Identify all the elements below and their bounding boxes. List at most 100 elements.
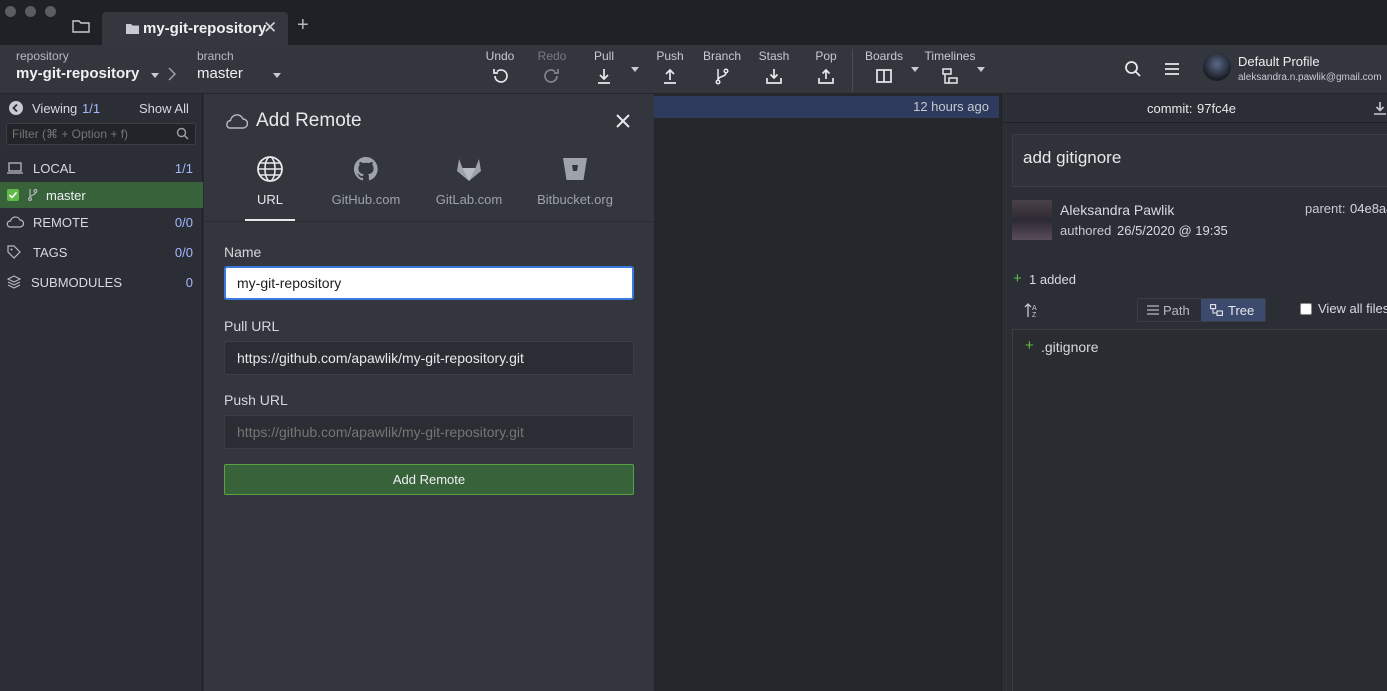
pull-icon — [595, 67, 613, 85]
branch-small-icon — [27, 188, 38, 201]
push-button[interactable]: Push — [644, 49, 696, 85]
left-sidebar: Viewing 1/1 Show All LOCAL 1/1 master RE… — [0, 94, 203, 691]
name-input[interactable] — [224, 266, 634, 300]
tab-title: my-git-repository — [143, 20, 267, 37]
remote-label: REMOTE — [33, 215, 89, 230]
sidebar-section-tags[interactable]: TAGS 0/0 — [0, 238, 203, 266]
search-icon[interactable] — [1124, 60, 1142, 78]
sort-ascending-icon[interactable]: AZ — [1024, 302, 1040, 318]
repository-selector[interactable]: my-git-repository — [16, 65, 166, 87]
file-row[interactable]: + .gitignore — [1023, 336, 1223, 358]
window-close-dot[interactable] — [5, 6, 16, 17]
bitbucket-icon — [560, 154, 590, 184]
back-arrow-icon[interactable] — [9, 101, 23, 115]
master-branch-label: master — [46, 188, 86, 203]
push-icon — [661, 67, 679, 85]
sidebar-item-master[interactable]: master — [0, 182, 203, 208]
branch-chevron-down-icon — [273, 73, 281, 78]
undo-button[interactable]: Undo — [474, 49, 526, 85]
stash-icon — [765, 67, 783, 85]
window-minimize-dot[interactable] — [25, 6, 36, 17]
provider-github-label: GitHub.com — [331, 192, 401, 207]
filter-search-icon — [176, 127, 189, 140]
timelines-chevron-down-icon[interactable] — [977, 67, 985, 72]
hamburger-menu-icon[interactable] — [1164, 61, 1180, 77]
cloud-title-icon — [224, 113, 248, 129]
filter-input[interactable] — [7, 124, 172, 144]
provider-tab-gitlab[interactable]: GitLab.com — [419, 154, 519, 207]
push-url-label: Push URL — [224, 392, 288, 408]
download-icon[interactable] — [1373, 101, 1387, 115]
boards-chevron-down-icon[interactable] — [911, 67, 919, 72]
window-zoom-dot[interactable] — [45, 6, 56, 17]
pull-options-chevron-icon[interactable] — [631, 67, 639, 72]
pull-url-label: Pull URL — [224, 318, 280, 334]
gitlab-icon — [454, 154, 484, 184]
list-icon — [1147, 305, 1159, 315]
tag-icon — [7, 245, 21, 259]
submodules-label: SUBMODULES — [31, 275, 123, 290]
pop-label: Pop — [815, 49, 837, 63]
add-remote-button[interactable]: Add Remote — [224, 464, 634, 495]
authored-label: authored — [1060, 223, 1112, 238]
remote-count: 0/0 — [174, 215, 193, 230]
redo-label: Redo — [537, 49, 567, 63]
tree-icon — [1210, 304, 1223, 316]
tree-label: Tree — [1228, 303, 1255, 318]
toolbar-divider — [852, 49, 853, 91]
pop-icon — [817, 67, 835, 85]
sidebar-section-local[interactable]: LOCAL 1/1 — [0, 154, 203, 182]
file-tree: + .gitignore — [1012, 329, 1387, 691]
dialog-title: Add Remote — [256, 110, 362, 131]
provider-gitlab-label: GitLab.com — [435, 192, 503, 207]
stash-button[interactable]: Stash — [748, 49, 800, 85]
profile-name[interactable]: Default Profile — [1238, 54, 1320, 69]
chevron-right-icon — [168, 67, 176, 81]
provider-tabs-divider — [204, 221, 654, 222]
commit-message-box[interactable]: add gitignore — [1012, 134, 1387, 187]
filter-box — [6, 123, 196, 145]
repository-chevron-down-icon — [151, 73, 159, 78]
branch-selector[interactable]: master — [197, 65, 287, 87]
close-icon[interactable] — [616, 114, 630, 128]
commit-header-label: commit: — [1147, 101, 1193, 116]
tags-label: TAGS — [33, 245, 68, 260]
layers-icon — [7, 275, 21, 289]
sidebar-section-remote[interactable]: REMOTE 0/0 — [0, 208, 203, 236]
push-url-input[interactable] — [224, 415, 634, 449]
tree-view-button[interactable]: Tree — [1201, 299, 1265, 321]
provider-tab-bitbucket[interactable]: Bitbucket.org — [525, 154, 625, 207]
commit-sha[interactable]: 97fc4e — [1197, 101, 1236, 116]
profile-email: aleksandra.n.pawlik@gmail.com — [1238, 72, 1382, 83]
repository-label: repository — [16, 49, 69, 63]
boards-icon — [875, 67, 893, 85]
checked-checkbox-icon[interactable] — [7, 189, 19, 201]
name-field-label: Name — [224, 244, 262, 260]
selected-commit-row[interactable]: 12 hours ago — [654, 96, 999, 118]
svg-text:Z: Z — [1032, 312, 1037, 318]
path-view-button[interactable]: Path — [1138, 299, 1201, 321]
parent-sha[interactable]: 04e8a4 — [1350, 201, 1387, 216]
sidebar-section-submodules[interactable]: SUBMODULES 0 — [0, 268, 203, 296]
pull-url-input[interactable] — [224, 341, 634, 375]
view-all-files-checkbox[interactable] — [1300, 303, 1312, 315]
timelines-button[interactable]: Timelines — [922, 49, 978, 85]
boards-label: Boards — [864, 49, 904, 63]
new-tab-plus-icon[interactable]: + — [297, 15, 309, 35]
profile-avatar[interactable] — [1203, 53, 1231, 81]
folder-icon[interactable] — [72, 19, 90, 33]
tab-my-git-repository[interactable]: my-git-repository ✕ — [102, 12, 288, 45]
tab-folder-icon — [126, 23, 139, 34]
provider-tab-github[interactable]: GitHub.com — [316, 154, 416, 207]
tab-close-icon[interactable]: ✕ — [263, 18, 277, 38]
pull-button[interactable]: Pull — [578, 49, 630, 85]
pop-button[interactable]: Pop — [800, 49, 852, 85]
timelines-icon — [941, 67, 959, 85]
boards-button[interactable]: Boards — [858, 49, 910, 85]
show-all-button[interactable]: Show All — [139, 101, 189, 116]
repository-name: my-git-repository — [16, 65, 140, 82]
branch-button[interactable]: Branch — [696, 49, 748, 85]
provider-tab-url[interactable]: URL — [220, 154, 320, 207]
local-count: 1/1 — [174, 161, 193, 176]
redo-button[interactable]: Redo — [526, 49, 578, 85]
